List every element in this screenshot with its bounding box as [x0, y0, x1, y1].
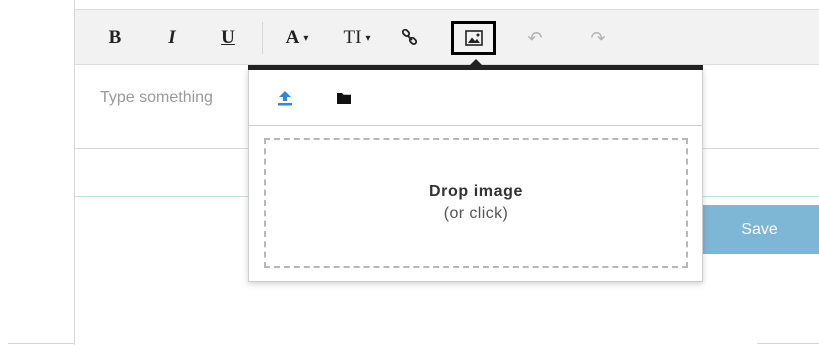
chevron-down-icon: ▾ [303, 32, 309, 44]
save-button[interactable]: Save [700, 205, 819, 254]
link-icon [401, 29, 418, 45]
italic-button[interactable]: I [160, 18, 184, 58]
image-icon [464, 30, 483, 46]
insert-link-button[interactable] [392, 18, 428, 58]
image-upload-popover: Drop image (or click) [248, 59, 703, 282]
tab-folder[interactable] [329, 83, 359, 113]
redo-icon: ↷ [590, 27, 606, 49]
underline-button[interactable]: U [216, 18, 240, 58]
folder-icon [337, 93, 351, 104]
dropzone-subtitle: (or click) [443, 205, 509, 222]
chevron-down-icon: ▾ [365, 32, 371, 44]
insert-image-button[interactable] [451, 21, 496, 55]
toolbar-separator [262, 22, 263, 54]
frame-bottom-border-left [8, 343, 75, 344]
popover-arrow [470, 59, 482, 65]
font-color-label: A [285, 27, 300, 48]
image-dropzone[interactable]: Drop image (or click) [264, 138, 688, 268]
popover-tabs [249, 70, 702, 126]
underline-label: U [221, 27, 235, 48]
dropzone-title: Drop image [428, 183, 523, 200]
frame-bottom-border-right [757, 343, 819, 344]
undo-icon: ↶ [527, 27, 543, 49]
redo-button[interactable]: ↷ [584, 18, 612, 58]
font-size-label: TI [343, 27, 362, 48]
bold-label: B [108, 27, 122, 48]
bold-button[interactable]: B [103, 18, 127, 58]
upload-icon [278, 91, 292, 106]
editor-toolbar: B I U A ▾ TI ▾ ↶ ↷ [75, 9, 819, 65]
undo-button[interactable]: ↶ [521, 18, 549, 58]
font-size-dropdown[interactable]: TI ▾ [333, 18, 381, 58]
italic-label: I [168, 27, 176, 48]
editor-placeholder: Type something [100, 89, 213, 106]
tab-upload[interactable] [270, 83, 300, 113]
font-color-dropdown[interactable]: A ▾ [275, 18, 319, 58]
